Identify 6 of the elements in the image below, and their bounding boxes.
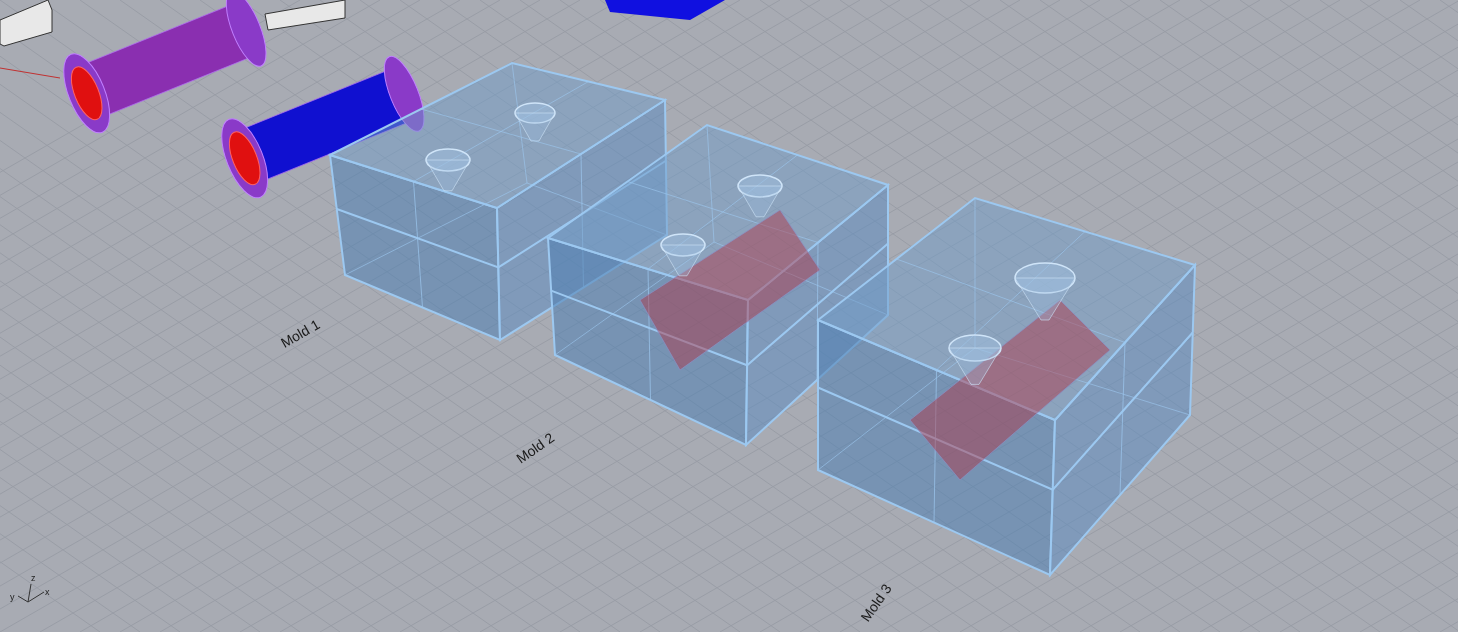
x-axis-line (0, 67, 61, 79)
axis-icon (17, 583, 45, 603)
axis-label: z (31, 574, 36, 583)
axis-label: y (10, 593, 15, 602)
axis-label: x (45, 588, 50, 597)
mold-label: Mold 1 (278, 316, 323, 351)
